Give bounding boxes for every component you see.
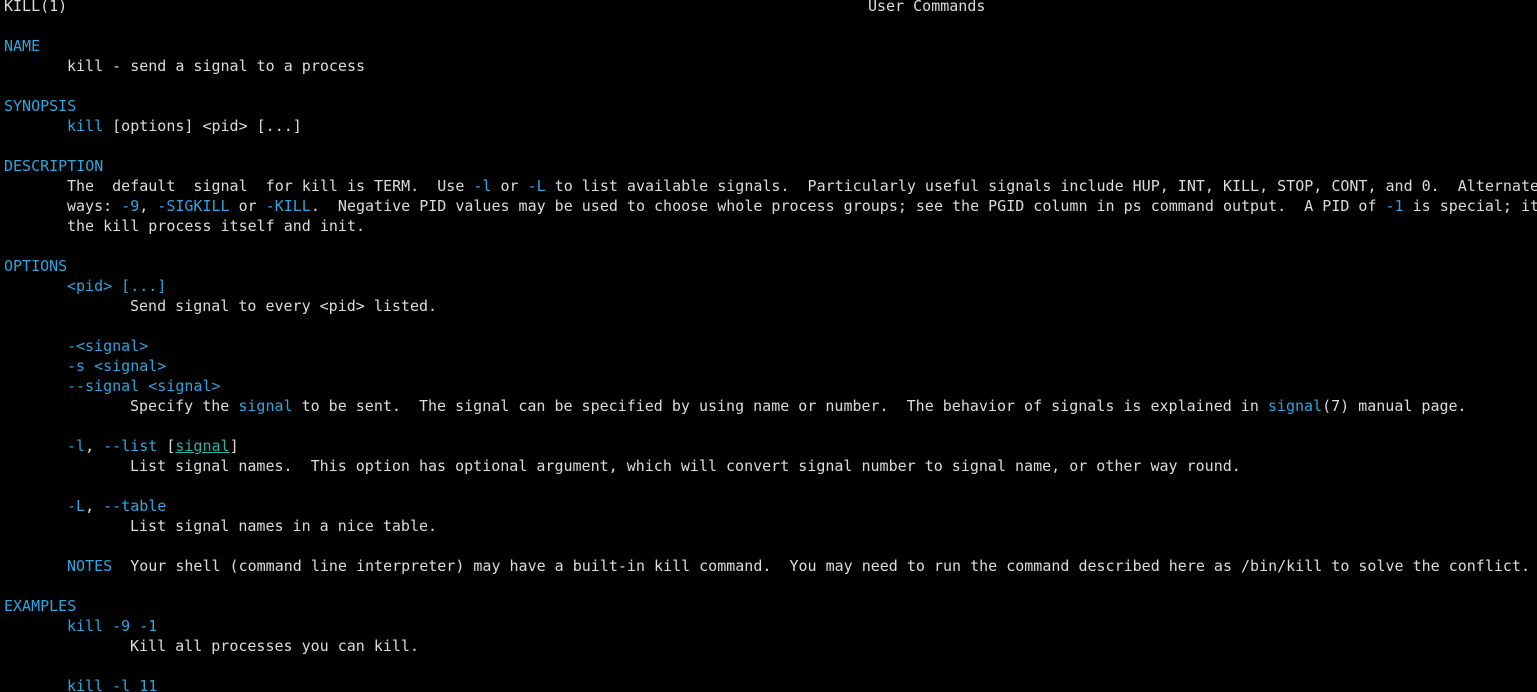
man-header-left: KILL(1) (4, 0, 68, 15)
option-desc-table: List signal names in a nice table. (130, 517, 438, 535)
option-ref: -SIGKILL (157, 197, 230, 215)
notes-text: Your shell (command line interpreter) ma… (112, 557, 1530, 575)
description-text: or (491, 177, 528, 195)
example-command-2: kill -l 11 (67, 677, 158, 692)
option-term-table: -L, --table (67, 496, 166, 516)
description-text: , (139, 197, 158, 215)
option-term-signal-long: --signal <signal> (67, 377, 221, 395)
option-desc-text: Specify the (130, 397, 239, 415)
notes-label: NOTES (67, 557, 113, 575)
description-line-3: the kill process itself and init. (67, 217, 366, 235)
section-heading-options: OPTIONS (4, 257, 68, 275)
option-desc-text: to be sent. The signal can be specified … (292, 397, 1268, 415)
option-term-pid: <pid> [...] (67, 277, 167, 295)
section-heading-description: DESCRIPTION (4, 157, 104, 175)
option-desc-text: (7) manual page. (1322, 397, 1467, 415)
option-ref: -1 (1385, 197, 1404, 215)
example-desc-1: Kill all processes you can kill. (130, 637, 419, 655)
option-desc-signal: Specify the signal to be sent. The signa… (130, 396, 1467, 416)
option-arg-signal: signal (175, 437, 230, 455)
option-flag: -l (67, 437, 86, 455)
description-line-2: ways: -9, -SIGKILL or -KILL. Negative PI… (67, 196, 1537, 216)
man-header-center: User Commands (868, 0, 986, 15)
description-text: or (229, 197, 266, 215)
description-line-1: The default signal for kill is TERM. Use… (67, 176, 1537, 196)
description-text: to list available signals. Particularly … (545, 177, 1537, 195)
option-desc-pid: Send signal to every <pid> listed. (130, 297, 438, 315)
synopsis-args: [options] <pid> [...] (103, 117, 302, 135)
option-term-list: -l, --list [signal] (67, 436, 239, 456)
option-term-signal: -<signal> (67, 337, 149, 355)
signal-ref: signal (238, 397, 293, 415)
option-sep: , (85, 437, 104, 455)
terminal-window[interactable]: KILL(1) User Commands NAME kill - send a… (0, 0, 1537, 692)
description-text: The default signal for kill is TERM. Use (67, 177, 474, 195)
section-heading-synopsis: SYNOPSIS (4, 97, 77, 115)
section-heading-name: NAME (4, 37, 41, 55)
option-sep: , (85, 497, 104, 515)
name-text: kill - send a signal to a process (67, 57, 366, 75)
option-ref: -L (527, 177, 546, 195)
manpage-link-signal[interactable]: signal (1268, 397, 1322, 415)
notes-line: NOTES Your shell (command line interpret… (67, 556, 1530, 576)
option-flag: --list (103, 437, 158, 455)
description-text: ways: (67, 197, 122, 215)
option-ref: -l (473, 177, 492, 195)
example-command-1: kill -9 -1 (67, 617, 158, 635)
section-heading-examples: EXAMPLES (4, 597, 77, 615)
man-header: KILL(1) (4, 0, 67, 16)
option-flag: --table (103, 497, 167, 515)
option-ref: -9 (121, 197, 140, 215)
description-text: is special; it (1403, 197, 1537, 215)
option-flag: -L (67, 497, 86, 515)
option-ref: -KILL (265, 197, 311, 215)
option-desc-list: List signal names. This option has optio… (130, 457, 1241, 475)
option-bracket: ] (229, 437, 239, 455)
option-bracket: [ (157, 437, 176, 455)
option-term-s: -s <signal> (67, 357, 167, 375)
synopsis-line: kill [options] <pid> [...] (67, 116, 302, 136)
synopsis-command: kill (67, 117, 104, 135)
description-text: . Negative PID values may be used to cho… (310, 197, 1386, 215)
